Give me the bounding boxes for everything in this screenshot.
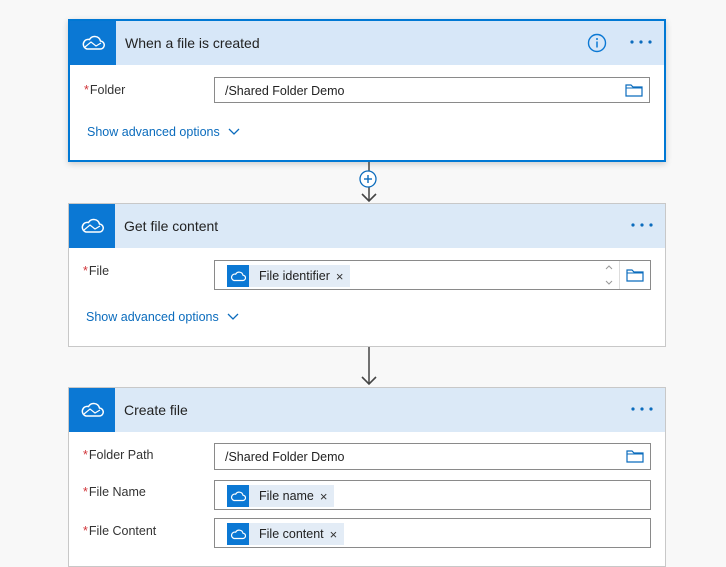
create-file-card[interactable]: Create file *Folder Path /Shared Folder … [68,387,666,567]
trigger-card[interactable]: When a file is created *Folder /Shared F… [68,19,666,162]
onedrive-icon [70,21,116,65]
remove-token-button[interactable]: × [336,269,351,284]
file-content-label: *File Content [83,524,157,538]
folder-path-input[interactable]: /Shared Folder Demo [214,443,651,470]
info-icon[interactable] [586,32,608,54]
trigger-card-header[interactable]: When a file is created [70,21,664,65]
card-title: When a file is created [125,35,260,51]
file-content-input[interactable]: File content × [214,518,651,548]
file-name-input[interactable]: File name × [214,480,651,510]
onedrive-icon [227,485,249,507]
file-content-token[interactable]: File content × [227,523,345,545]
file-name-token[interactable]: File name × [227,485,335,507]
arrow-down-icon [359,347,379,390]
file-input[interactable]: File identifier × [214,260,651,290]
chevron-down-icon [227,313,239,320]
folder-icon[interactable] [626,449,644,463]
folder-path-label: *Folder Path [83,448,154,462]
file-identifier-token[interactable]: File identifier × [227,265,351,287]
more-icon[interactable] [629,214,655,236]
more-icon[interactable] [629,398,655,420]
show-advanced-options-link[interactable]: Show advanced options [87,125,240,139]
folder-icon[interactable] [626,268,644,282]
remove-token-button[interactable]: × [320,489,335,504]
create-file-header[interactable]: Create file [69,388,665,432]
onedrive-icon [69,388,115,432]
remove-token-button[interactable]: × [330,527,345,542]
folder-input[interactable]: /Shared Folder Demo [214,77,650,103]
chevron-down-icon [228,128,240,135]
card-title: Get file content [124,218,219,234]
file-name-label: *File Name [83,485,146,499]
onedrive-icon [69,204,115,248]
scroll-arrows[interactable] [604,263,614,287]
card-title: Create file [124,402,188,418]
folder-value: /Shared Folder Demo [225,84,345,98]
folder-label: *Folder [84,83,126,97]
folder-icon[interactable] [625,83,643,97]
onedrive-icon [227,265,249,287]
get-file-content-card[interactable]: Get file content *File File identifier × [68,203,666,347]
add-step-icon[interactable] [359,170,377,188]
show-advanced-options-link[interactable]: Show advanced options [86,310,239,324]
get-file-content-header[interactable]: Get file content [69,204,665,248]
folder-path-value: /Shared Folder Demo [225,450,345,464]
more-icon[interactable] [628,31,654,53]
file-label: *File [83,264,110,278]
onedrive-icon [227,523,249,545]
